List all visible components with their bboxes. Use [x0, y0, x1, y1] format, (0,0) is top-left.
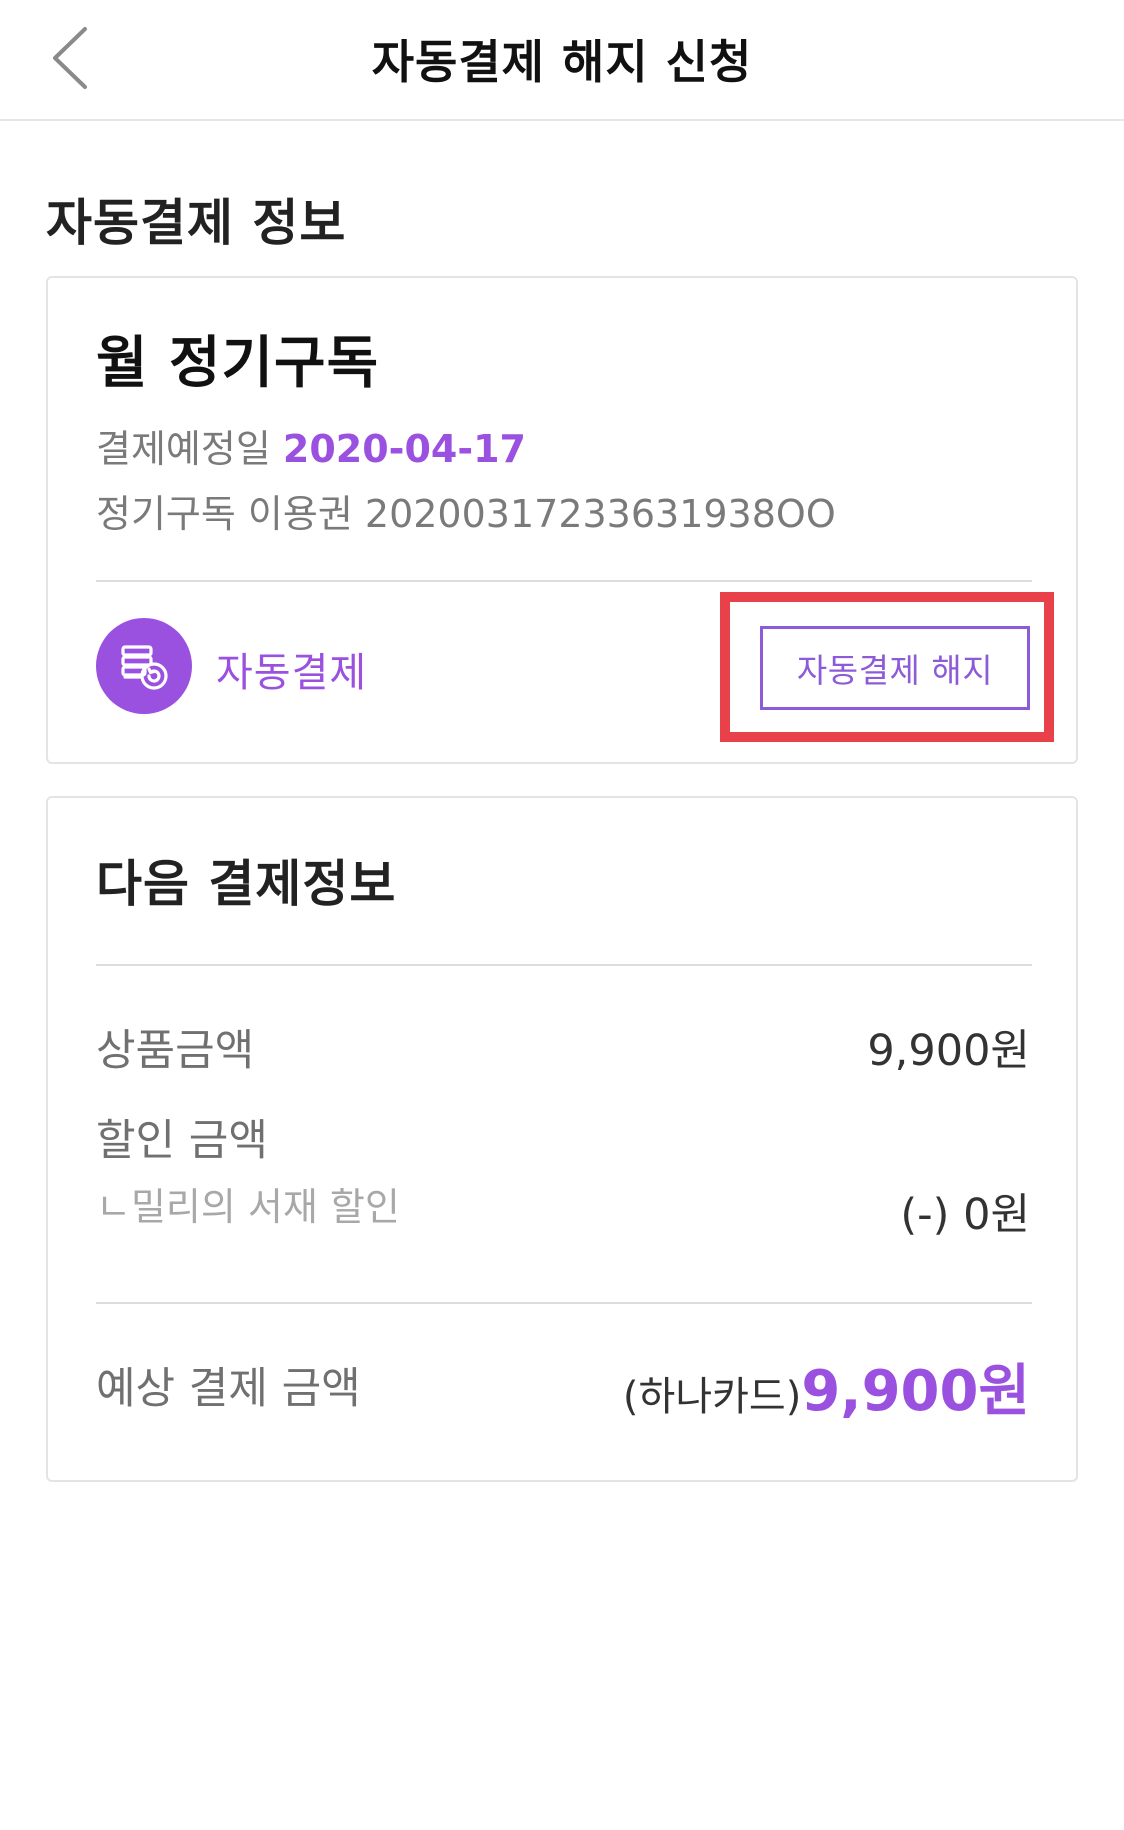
expected-amount-label: 예상 결제 금액	[96, 1364, 361, 1414]
next-payment-card: 다음 결제정보 상품금액 9,900원 할인 금액 ㄴ밀리의 서재 할인 (-)…	[46, 796, 1078, 1482]
auto-payment-label: 자동결제	[216, 650, 368, 696]
card-divider	[96, 964, 1032, 966]
pass-id: 20200317233631938OO	[364, 492, 836, 536]
app-header: 자동결제 해지 신청	[0, 0, 1124, 121]
next-payment-label: 결제예정일	[96, 427, 271, 471]
product-amount-label: 상품금액	[96, 1026, 255, 1076]
next-payment-date: 2020-04-17	[282, 427, 526, 471]
page-title: 자동결제 해지 신청	[371, 35, 753, 89]
total-amount: 9,900원	[801, 1359, 1030, 1424]
plan-name: 월 정기구독	[96, 331, 380, 396]
page: 자동결제 해지 신청 자동결제 정보 월 정기구독 결제예정일 2020-04-…	[0, 0, 1124, 1830]
next-payment-title: 다음 결제정보	[96, 855, 397, 913]
payment-card-name: (하나카드)	[622, 1374, 802, 1420]
next-payment-line: 결제예정일 2020-04-17	[96, 418, 526, 473]
discount-label: 할인 금액	[96, 1116, 268, 1166]
coin-refresh-icon	[121, 645, 168, 690]
card-divider	[96, 580, 1032, 582]
pass-line: 정기구독 이용권 20200317233631938OO	[96, 483, 836, 538]
product-amount-value: 9,900원	[867, 1026, 1030, 1076]
subscription-card: 월 정기구독 결제예정일 2020-04-17 정기구독 이용권 2020031…	[46, 276, 1078, 764]
pass-label: 정기구독 이용권	[96, 492, 353, 536]
discount-sub-label: ㄴ밀리의 서재 할인	[96, 1185, 400, 1229]
discount-value: (-) 0원	[900, 1190, 1030, 1240]
expected-amount-value: (하나카드)9,900원	[623, 1346, 1030, 1427]
auto-payment-icon	[96, 618, 192, 714]
card-divider	[96, 1302, 1032, 1304]
section-title: 자동결제 정보	[46, 194, 347, 252]
cancel-auto-payment-button[interactable]: 자동결제 해지	[760, 626, 1030, 710]
